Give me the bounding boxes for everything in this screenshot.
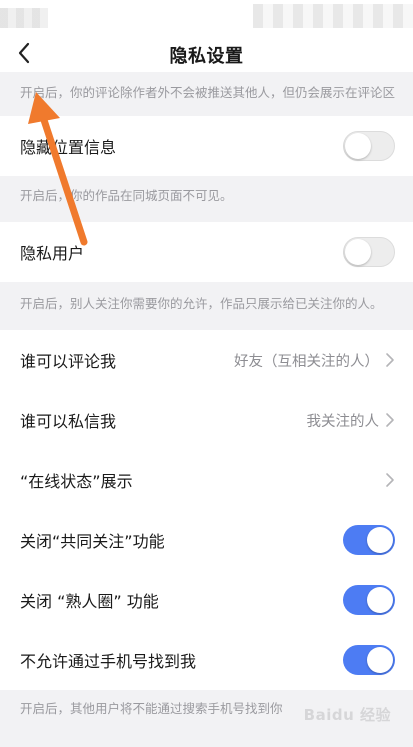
watermark: Baidu 经验 [303, 706, 391, 724]
close-mutual-follow-row[interactable]: 关闭“共同关注”功能 [0, 510, 413, 570]
who-message-row[interactable]: 谁可以私信我 我关注的人 [0, 390, 413, 450]
status-bar [0, 0, 413, 34]
who-comment-row[interactable]: 谁可以评论我 好友（互相关注的人） [0, 330, 413, 390]
online-status-label: “在线状态”展示 [20, 472, 133, 491]
phone-search-toggle[interactable] [343, 645, 395, 675]
chevron-right-icon [386, 353, 394, 367]
online-status-right [385, 472, 395, 488]
who-comment-label: 谁可以评论我 [20, 352, 117, 371]
chevron-right-icon [386, 413, 394, 427]
who-comment-right: 好友（互相关注的人） [234, 350, 395, 371]
toggle-knob [367, 527, 393, 553]
private-user-toggle[interactable] [343, 237, 395, 267]
hide-location-label: 隐藏位置信息 [20, 138, 117, 157]
toggle-knob [367, 647, 393, 673]
close-mutual-follow-toggle[interactable] [343, 525, 395, 555]
who-comment-value: 好友（互相关注的人） [234, 353, 379, 370]
private-user-label: 隐私用户 [20, 244, 85, 263]
status-blur-left [0, 8, 48, 28]
close-mutual-follow-label: 关闭“共同关注”功能 [20, 532, 165, 551]
close-acquaintance-toggle[interactable] [343, 585, 395, 615]
toggle-knob [345, 239, 371, 265]
close-acquaintance-label: 关闭 “熟人圈” 功能 [20, 592, 159, 611]
who-message-value: 我关注的人 [306, 413, 380, 430]
status-blur-right [253, 4, 413, 28]
hide-location-toggle[interactable] [343, 131, 395, 161]
comment-description: 开启后，你的评论除作者外不会被推送其他人，但仍会展示在评论区 [0, 72, 413, 110]
nav-header: 隐私设置 [0, 34, 413, 72]
location-description: 开启后，你的作品在同城页面不可见。 [0, 176, 413, 212]
online-status-row[interactable]: “在线状态”展示 [0, 450, 413, 510]
who-message-label: 谁可以私信我 [20, 412, 117, 431]
private-user-row[interactable]: 隐私用户 [0, 222, 413, 282]
hide-location-row[interactable]: 隐藏位置信息 [0, 116, 413, 176]
toggle-knob [367, 587, 393, 613]
toggle-knob [345, 133, 371, 159]
who-message-right: 我关注的人 [307, 410, 396, 431]
chevron-right-icon [386, 473, 394, 487]
close-acquaintance-row[interactable]: 关闭 “熟人圈” 功能 [0, 570, 413, 630]
phone-search-row[interactable]: 不允许通过手机号找到我 [0, 630, 413, 690]
phone-search-label: 不允许通过手机号找到我 [20, 652, 197, 671]
page-title: 隐私设置 [169, 46, 244, 67]
private-description: 开启后，别人关注你需要你的允许，作品只展示给已关注你的人。 [0, 282, 413, 322]
